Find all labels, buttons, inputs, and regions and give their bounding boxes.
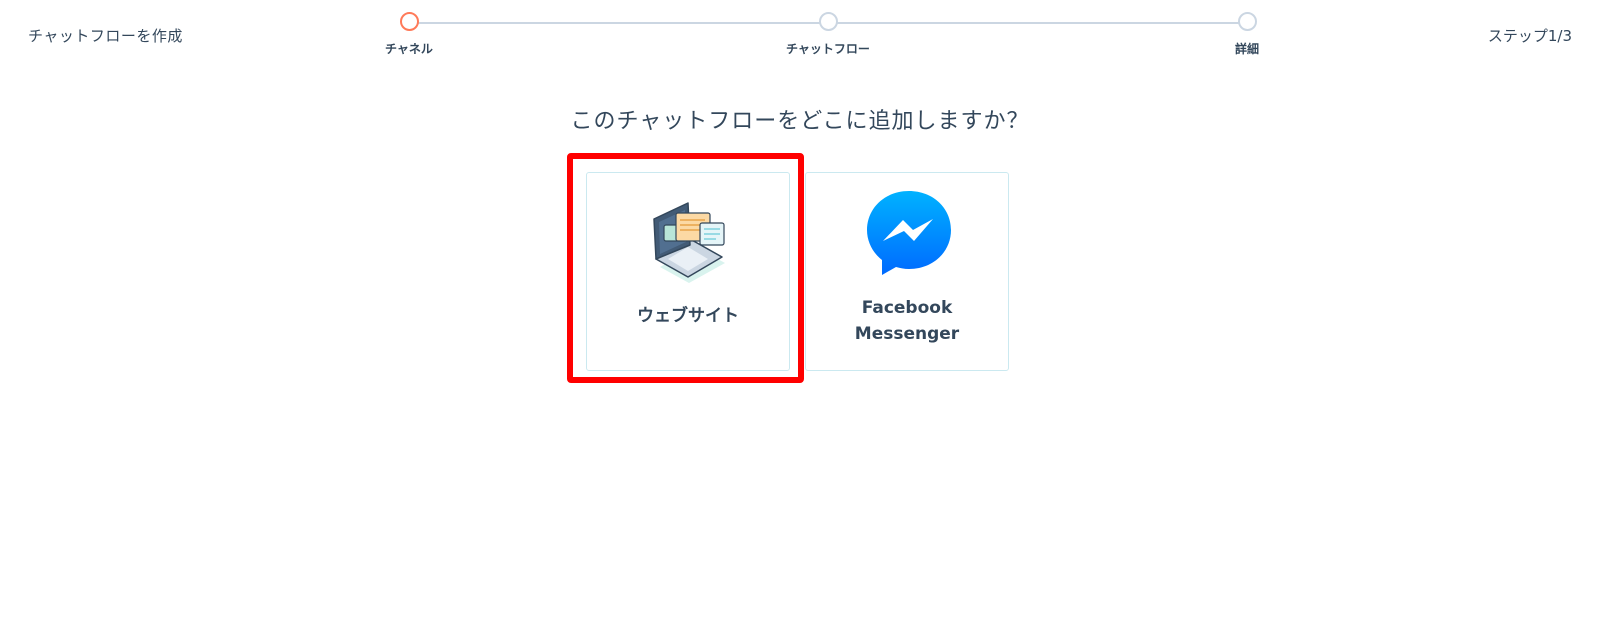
channel-card-label: Facebook Messenger	[806, 295, 1008, 347]
channel-card-label-line: Messenger	[854, 324, 960, 344]
step-label: チャットフロー	[786, 42, 870, 56]
step-indicator-circle	[1237, 12, 1257, 31]
step-indicator-circle	[399, 12, 419, 31]
step-label: チャネル	[385, 42, 433, 56]
website-chat-icon	[650, 201, 728, 297]
progress-stepper: チャネル チャットフロー 詳細	[0, 0, 1600, 70]
facebook-messenger-icon	[865, 189, 953, 281]
channel-card-facebook-messenger[interactable]: Facebook Messenger	[805, 172, 1009, 371]
channel-card-label-line: Facebook	[861, 298, 953, 318]
chatflow-create-page: チャットフローを作成 ステップ1/3 チャネル チャットフロー 詳細 このチャッ…	[0, 0, 1600, 622]
step-indicator-circle	[818, 12, 838, 31]
channel-question-heading: このチャットフローをどこに追加しますか？	[570, 109, 1030, 134]
step-chatflow[interactable]: チャットフロー	[768, 12, 888, 57]
channel-card-label: ウェブサイト	[637, 306, 739, 326]
channel-card-website[interactable]: ウェブサイト	[586, 172, 790, 371]
step-details[interactable]: 詳細	[1187, 12, 1307, 57]
step-channel[interactable]: チャネル	[349, 12, 469, 57]
step-label: 詳細	[1234, 42, 1259, 56]
